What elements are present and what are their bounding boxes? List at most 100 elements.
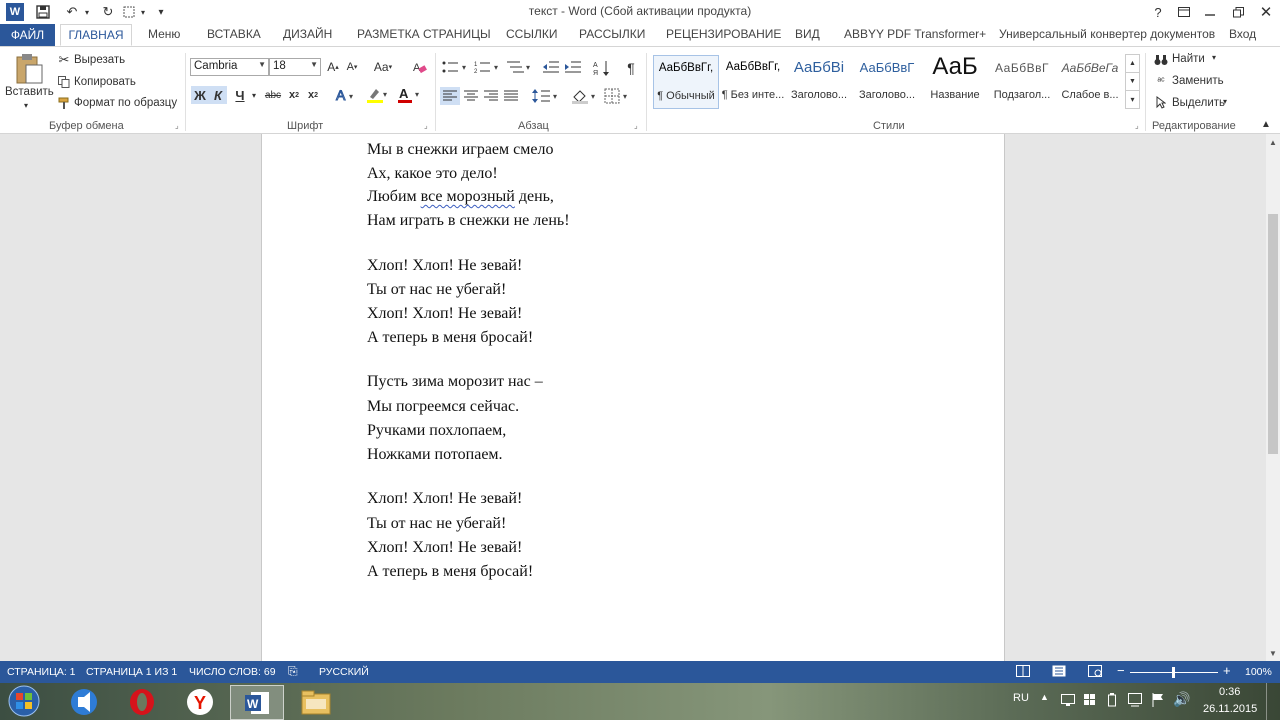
find-dropdown-icon[interactable]: ▾ — [1212, 53, 1216, 62]
scroll-up-icon[interactable]: ▲ — [1266, 135, 1280, 149]
superscript-icon[interactable]: x2 — [305, 86, 321, 104]
show-hidden-icons[interactable]: ▲ — [1040, 692, 1049, 702]
select-dropdown-icon[interactable]: ▾ — [1223, 97, 1227, 106]
tray-volume-icon[interactable]: 🔊 — [1173, 691, 1190, 708]
taskbar-media-player-icon[interactable] — [58, 685, 110, 718]
taskbar-opera-icon[interactable] — [116, 685, 168, 718]
styles-more-icon[interactable]: ▾ — [1125, 90, 1140, 109]
increase-indent-icon[interactable] — [564, 59, 582, 75]
tab-home[interactable]: ГЛАВНАЯ — [60, 24, 132, 46]
shrink-font-icon[interactable]: A ▾ — [344, 59, 360, 75]
font-dialog-launcher-icon[interactable]: ⌟ — [424, 121, 428, 130]
bullets-icon[interactable]: ▾ — [441, 59, 471, 75]
font-name-combo[interactable]: Cambria ▼ — [190, 58, 269, 76]
binoculars-icon[interactable] — [1153, 53, 1169, 67]
tab-converter[interactable]: Универсальный конвертер документов — [999, 27, 1215, 41]
word-count[interactable]: ЧИСЛО СЛОВ: 69 — [189, 666, 276, 678]
help-button[interactable]: ? — [1146, 2, 1170, 22]
bold-button[interactable]: Ж — [191, 86, 209, 104]
paste-dropdown-icon[interactable]: ▾ — [24, 101, 28, 110]
styles-dialog-launcher-icon[interactable]: ⌟ — [1135, 121, 1139, 130]
zoom-in-icon[interactable]: + — [1223, 663, 1231, 678]
zoom-level[interactable]: 100% — [1245, 666, 1272, 678]
style-subtle-emphasis[interactable]: АаБбВеГа Слабое в... — [1058, 55, 1122, 107]
highlight-icon[interactable]: ▾ — [365, 86, 391, 104]
zoom-slider-thumb[interactable] — [1172, 667, 1175, 678]
scroll-down-icon[interactable]: ▼ — [1266, 646, 1280, 660]
style-heading-1[interactable]: АаБбВі Заголово... — [787, 55, 851, 107]
text-effects-icon[interactable]: A ▾ — [334, 86, 358, 104]
read-mode-icon[interactable] — [1016, 665, 1030, 680]
paragraph-dialog-launcher-icon[interactable]: ⌟ — [634, 121, 638, 130]
style-subtitle[interactable]: АаБбВвГ Подзагол... — [990, 55, 1054, 107]
tray-network-icon[interactable] — [1128, 693, 1142, 710]
styles-scroll-up-icon[interactable]: ▲ — [1125, 54, 1140, 73]
collapse-ribbon-icon[interactable]: ▲ — [1259, 117, 1273, 131]
style-title[interactable]: АаБ Название — [923, 53, 987, 107]
underline-button[interactable]: Ч — [232, 86, 248, 104]
font-color-icon[interactable]: A ▾ — [396, 86, 424, 104]
align-left-icon[interactable] — [440, 87, 460, 105]
styles-scroll-down-icon[interactable]: ▼ — [1125, 72, 1140, 91]
style-no-spacing[interactable]: АаБбВвГг, ¶ Без инте... — [721, 55, 785, 107]
start-button[interactable] — [6, 685, 42, 718]
scissors-icon[interactable]: ✂ — [57, 52, 71, 67]
tab-abbyy[interactable]: ABBYY PDF Transformer+ — [844, 27, 986, 41]
tab-file[interactable]: ФАЙЛ — [0, 24, 55, 46]
tab-menu[interactable]: Меню — [148, 27, 180, 41]
spelling-error-text[interactable]: все морозный — [421, 188, 515, 205]
zoom-out-icon[interactable]: − — [1117, 663, 1125, 678]
paste-button[interactable]: Вставить — [5, 86, 54, 98]
tray-windows-icon[interactable] — [1084, 694, 1096, 709]
tray-monitor-icon[interactable] — [1061, 694, 1075, 709]
tray-flag-icon[interactable] — [1152, 693, 1164, 710]
replace-button[interactable]: Заменить — [1172, 75, 1224, 87]
numbering-icon[interactable]: 1 2 ▾ — [473, 59, 503, 75]
minimize-icon[interactable] — [1198, 2, 1222, 22]
subscript-icon[interactable]: x2 — [286, 86, 302, 104]
multilevel-list-icon[interactable]: ▾ — [505, 59, 535, 75]
shading-icon[interactable]: ▾ — [570, 87, 600, 105]
tab-layout[interactable]: РАЗМЕТКА СТРАНИЦЫ — [357, 27, 491, 41]
align-right-icon[interactable] — [481, 87, 501, 105]
tab-insert[interactable]: ВСТАВКА — [207, 27, 261, 41]
select-button[interactable]: Выделить — [1172, 97, 1225, 109]
close-icon[interactable]: ✕ — [1254, 2, 1278, 22]
show-formatting-marks-icon[interactable]: ¶ — [623, 59, 639, 77]
page-indicator[interactable]: СТРАНИЦА: 1 — [7, 666, 76, 678]
tab-design[interactable]: ДИЗАЙН — [283, 27, 332, 41]
tab-review[interactable]: РЕЦЕНЗИРОВАНИЕ — [666, 27, 781, 41]
ribbon-display-options-icon[interactable] — [1172, 2, 1196, 22]
justify-icon[interactable] — [501, 87, 521, 105]
proofing-icon[interactable]: ⎘ — [288, 664, 298, 679]
font-size-combo[interactable]: 18 ▼ — [269, 58, 321, 76]
print-layout-icon[interactable] — [1052, 665, 1066, 680]
cut-button[interactable]: Вырезать — [74, 54, 125, 66]
tab-view[interactable]: ВИД — [795, 27, 820, 41]
grow-font-icon[interactable]: A ▴ — [325, 59, 341, 75]
cursor-select-icon[interactable] — [1153, 95, 1169, 109]
restore-icon[interactable] — [1226, 2, 1250, 22]
input-language[interactable]: RU — [1013, 692, 1029, 704]
replace-icon[interactable]: ᵃᶜ — [1153, 74, 1169, 88]
format-painter-icon[interactable] — [57, 96, 71, 110]
web-layout-icon[interactable] — [1088, 665, 1102, 680]
copy-button[interactable]: Копировать — [74, 76, 136, 88]
borders-icon[interactable]: ▾ — [603, 87, 633, 105]
taskbar-explorer-icon[interactable] — [290, 685, 342, 718]
style-heading-2[interactable]: АаБбВвГ Заголово... — [855, 55, 919, 107]
clock-date[interactable]: 26.11.2015 — [1203, 703, 1257, 715]
copy-icon[interactable] — [57, 75, 71, 89]
format-painter-button[interactable]: Формат по образцу — [74, 97, 177, 109]
align-center-icon[interactable] — [461, 87, 481, 105]
scrollbar-thumb[interactable] — [1268, 214, 1278, 454]
change-case-icon[interactable]: Aa ▾ — [370, 59, 396, 75]
tray-battery-icon[interactable] — [1108, 693, 1116, 710]
find-button[interactable]: Найти — [1172, 53, 1205, 65]
tab-references[interactable]: ССЫЛКИ — [506, 27, 557, 41]
underline-dropdown-icon[interactable]: ▾ — [249, 86, 259, 104]
strikethrough-button[interactable]: abc — [263, 86, 283, 104]
italic-button[interactable]: К — [209, 86, 227, 104]
sign-in-link[interactable]: Вход — [1229, 27, 1256, 41]
taskbar-word-icon[interactable]: W — [230, 685, 284, 720]
